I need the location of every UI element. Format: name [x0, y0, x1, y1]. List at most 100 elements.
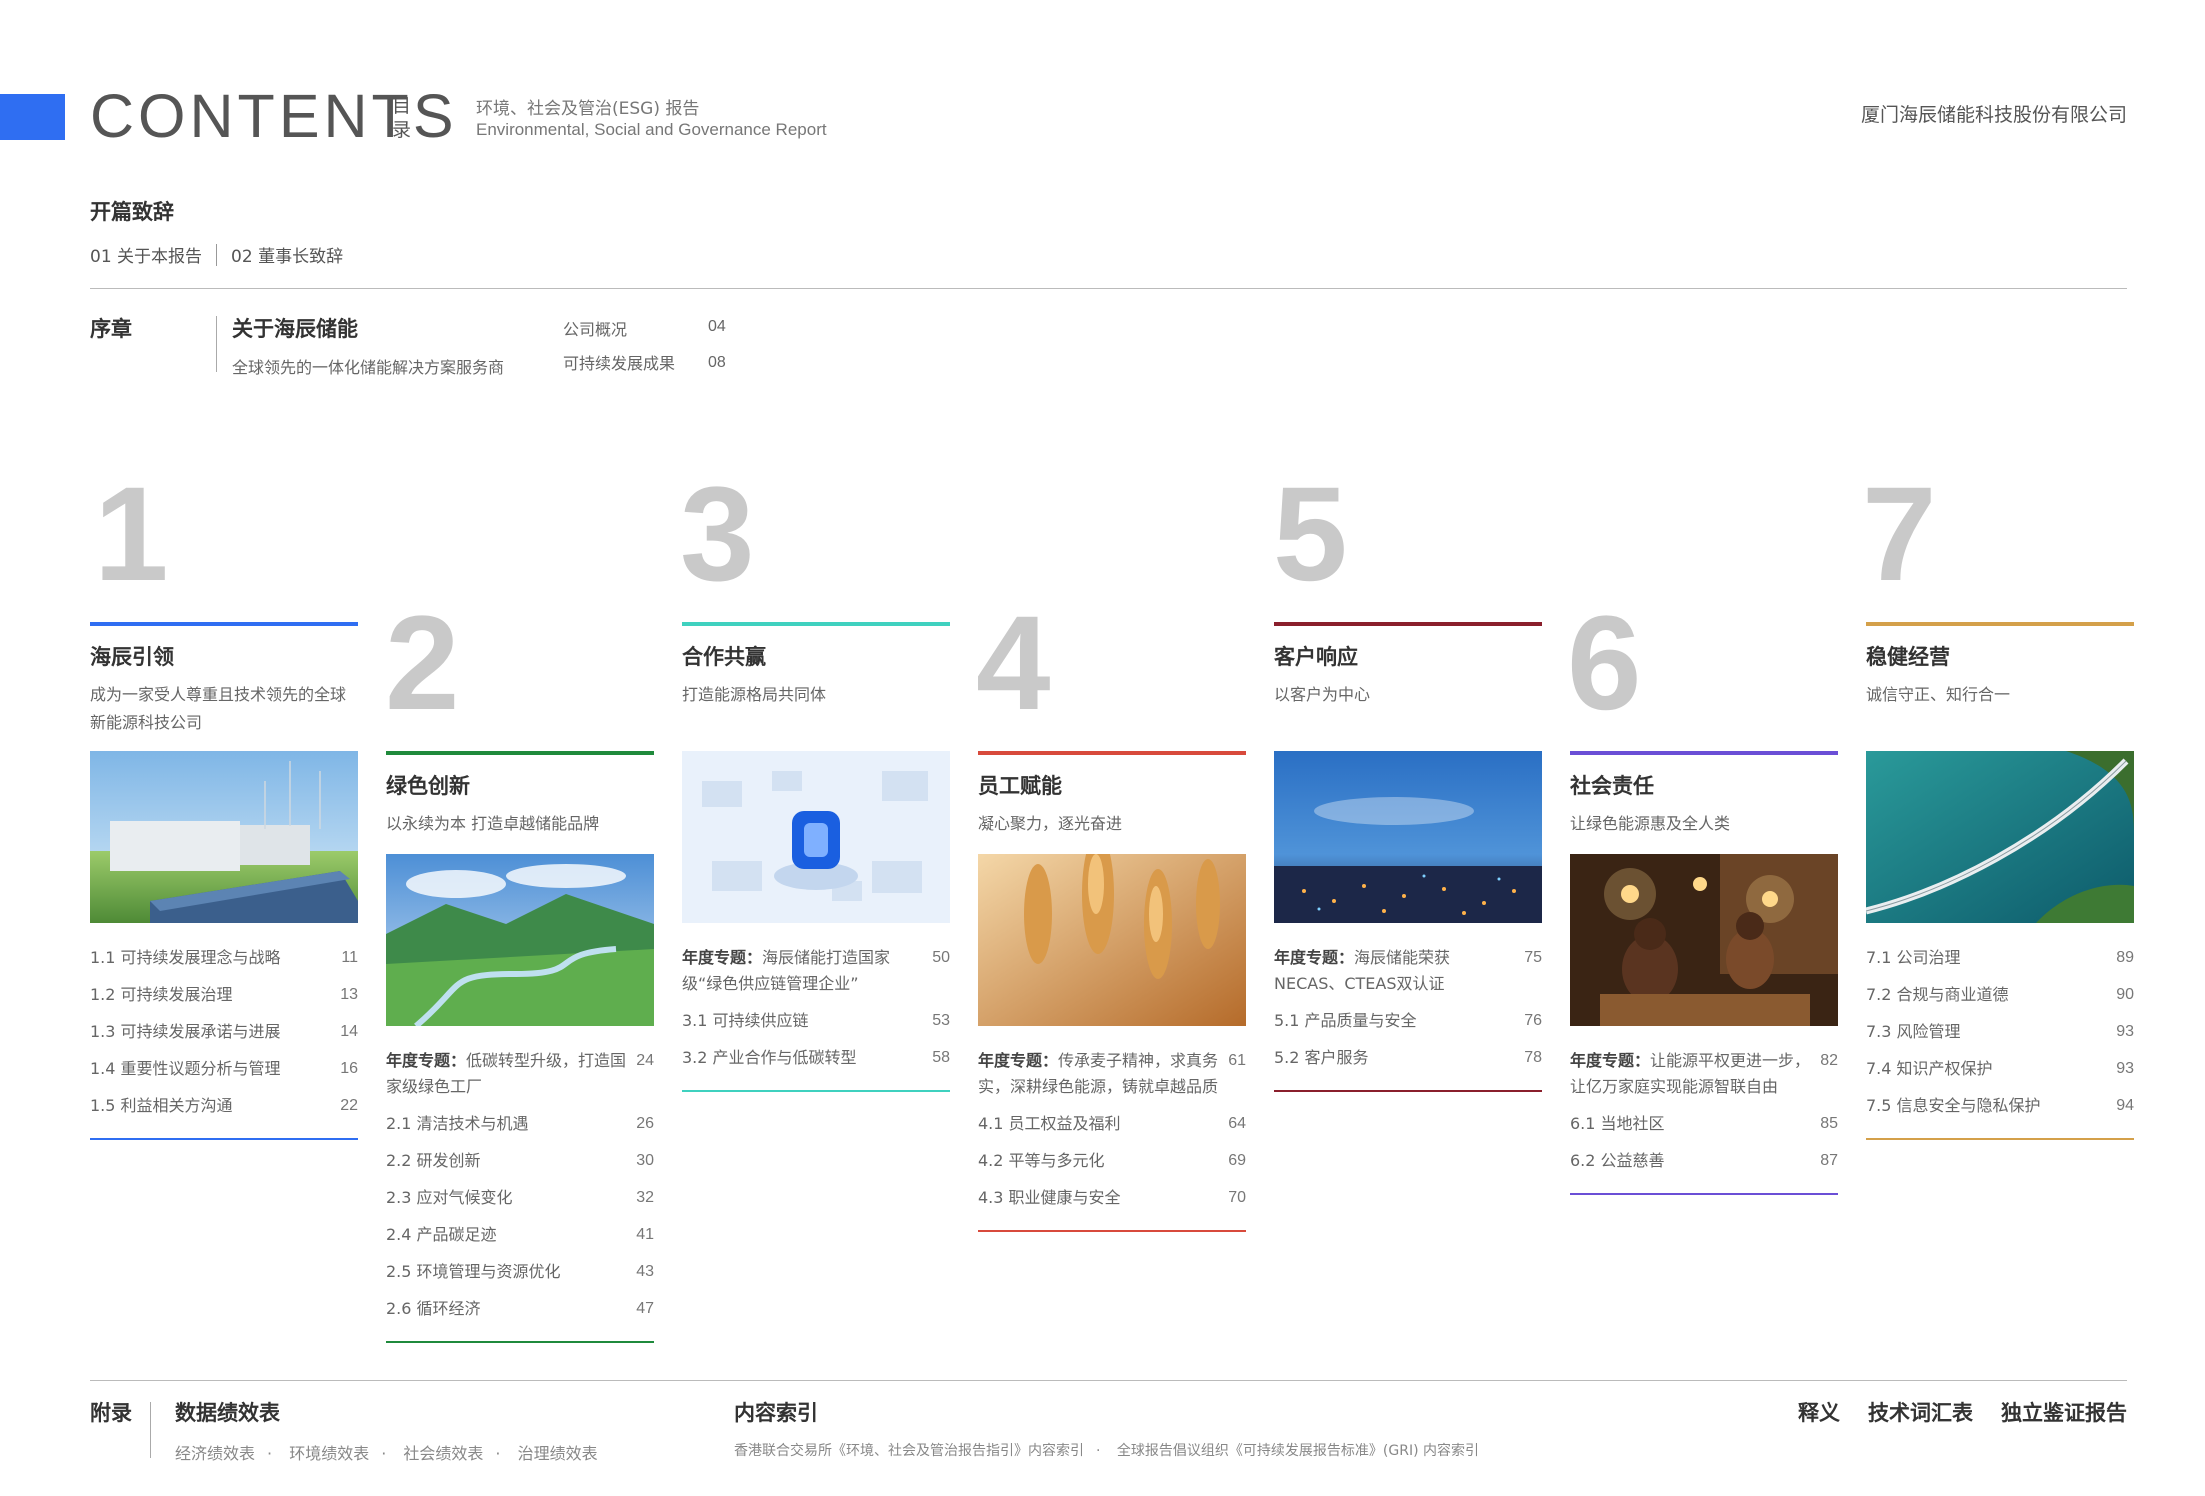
- feature-item[interactable]: 年度专题：低碳转型升级，打造国家级绿色工厂 24: [386, 1042, 654, 1105]
- section-3: 合作共赢 打造能源格局共同体 年度专题：海辰储能打造国家级“绿色供应链管理企业”…: [682, 622, 950, 1092]
- opening-links: 01 关于本报告 02 董事长致辞: [90, 242, 343, 267]
- section-color-bar: [1274, 622, 1542, 626]
- section-number-1: 1: [94, 460, 169, 609]
- link-about-report[interactable]: 01 关于本报告: [90, 242, 202, 267]
- about-title[interactable]: 关于海辰储能: [232, 313, 358, 343]
- bridge-sea-image: [1866, 751, 2134, 923]
- section-title[interactable]: 绿色创新: [386, 771, 654, 801]
- section-title[interactable]: 社会责任: [1570, 771, 1838, 801]
- green-valley-image: [386, 854, 654, 1026]
- section-items: 年度专题：海辰储能打造国家级“绿色供应链管理企业” 50 3.1 可持续供应链 53…: [682, 939, 950, 1076]
- link-chairman-statement[interactable]: 02 董事长致辞: [231, 242, 343, 267]
- company-name: 厦门海辰储能科技股份有限公司: [1860, 104, 2127, 126]
- section-4: 员工赋能 凝心聚力，逐光奋进 年度专题：传承麦子精神，求真务实，深耕绿色能源，铸…: [978, 751, 1246, 1232]
- prologue-item-achievements[interactable]: 可持续发展成果: [563, 350, 675, 374]
- accent-tab: [0, 94, 65, 140]
- content-index-title[interactable]: 内容索引: [734, 1397, 818, 1427]
- toc-item[interactable]: 2.2 研发创新 30: [386, 1142, 654, 1179]
- toc-item[interactable]: 4.1 员工权益及福利 64: [978, 1105, 1246, 1142]
- section-end-line: [978, 1230, 1246, 1232]
- toc-item[interactable]: 2.6 循环经济 47: [386, 1290, 654, 1327]
- toc-item[interactable]: 7.4 知识产权保护 93: [1866, 1050, 2134, 1087]
- link-assurance-report[interactable]: 独立鉴证报告: [2001, 1397, 2127, 1427]
- section-number-4: 4: [976, 589, 1051, 738]
- section-5: 客户响应 以客户为中心 年度专题：海辰储能荣获NECAS、CTEAS双认证 75 …: [1274, 622, 1542, 1092]
- feature-item[interactable]: 年度专题：传承麦子精神，求真务实，深耕绿色能源，铸就卓越品质 61: [978, 1042, 1246, 1105]
- section-end-line: [1866, 1138, 2134, 1140]
- section-subtitle: 成为一家受人尊重且技术领先的全球新能源科技公司: [90, 685, 347, 732]
- data-table-title[interactable]: 数据绩效表: [175, 1397, 280, 1427]
- toc-item[interactable]: 1.1 可持续发展理念与战略 11: [90, 939, 358, 976]
- toc-item[interactable]: 1.5 利益相关方沟通 22: [90, 1087, 358, 1124]
- children-reading-image: [1570, 854, 1838, 1026]
- section-end-line: [1570, 1193, 1838, 1195]
- section-title[interactable]: 海辰引领: [90, 642, 358, 672]
- prologue-title[interactable]: 序章: [90, 313, 132, 343]
- toc-item[interactable]: 7.5 信息安全与隐私保护 94: [1866, 1087, 2134, 1124]
- page-number: 08: [708, 354, 726, 371]
- section-items: 年度专题：传承麦子精神，求真务实，深耕绿色能源，铸就卓越品质 61 4.1 员工权…: [978, 1042, 1246, 1216]
- link-definitions[interactable]: 释义: [1798, 1397, 1840, 1427]
- section-title[interactable]: 合作共赢: [682, 642, 950, 672]
- section-items: 7.1 公司治理 89 7.2 合规与商业道德 90 7.3 风险管理 93 7.4 …: [1866, 939, 2134, 1124]
- feature-item[interactable]: 年度专题：海辰储能荣获NECAS、CTEAS双认证 75: [1274, 939, 1542, 1002]
- about-subtitle: 全球领先的一体化储能解决方案服务商: [232, 358, 505, 377]
- toc-item[interactable]: 2.4 产品碳足迹 41: [386, 1216, 654, 1253]
- section-7: 稳健经营 诚信守正、知行合一 7.1 公司治理 89 7.2 合规与商业道德 90 …: [1866, 622, 2134, 1140]
- toc-item[interactable]: 2.1 清洁技术与机遇 26: [386, 1105, 654, 1142]
- section-items: 1.1 可持续发展理念与战略 11 1.2 可持续发展治理 13 1.3 可持续发展…: [90, 939, 358, 1124]
- section-subtitle: 打造能源格局共同体: [682, 685, 827, 704]
- link-governance[interactable]: 治理绩效表: [518, 1444, 598, 1463]
- toc-item[interactable]: 2.5 环境管理与资源优化 43: [386, 1253, 654, 1290]
- content-index-links: 香港联合交易所《环境、社会及管治报告指引》内容索引 · 全球报告倡议组织《可持续发…: [734, 1443, 1479, 1459]
- toc-item[interactable]: 7.2 合规与商业道德 90: [1866, 976, 2134, 1013]
- solar-panels-image: [90, 751, 358, 923]
- link-social[interactable]: 社会绩效表: [403, 1444, 483, 1463]
- toc-item[interactable]: 6.2 公益慈善 87: [1570, 1142, 1838, 1179]
- section-number-3: 3: [680, 460, 755, 609]
- toc-item[interactable]: 2.3 应对气候变化 32: [386, 1179, 654, 1216]
- section-end-line: [682, 1090, 950, 1092]
- section-end-line: [1274, 1090, 1542, 1092]
- divider: [216, 316, 217, 372]
- toc-item[interactable]: 6.1 当地社区 85: [1570, 1105, 1838, 1142]
- toc-item[interactable]: 3.1 可持续供应链 53: [682, 1002, 950, 1039]
- section-number-2: 2: [385, 589, 460, 738]
- toc-item[interactable]: 4.3 职业健康与安全 70: [978, 1179, 1246, 1216]
- page-number: 04: [708, 318, 726, 335]
- section-subtitle: 诚信守正、知行合一: [1866, 685, 2011, 704]
- link-glossary[interactable]: 技术词汇表: [1868, 1397, 1973, 1427]
- toc-item[interactable]: 7.1 公司治理 89: [1866, 939, 2134, 976]
- toc-item[interactable]: 1.2 可持续发展治理 13: [90, 976, 358, 1013]
- section-title[interactable]: 员工赋能: [978, 771, 1246, 801]
- feature-item[interactable]: 年度专题：让能源平权更进一步，让亿万家庭实现能源智联自由 82: [1570, 1042, 1838, 1105]
- section-color-bar: [90, 622, 358, 626]
- toc-item[interactable]: 5.2 客户服务 78: [1274, 1039, 1542, 1076]
- section-number-6: 6: [1567, 589, 1642, 738]
- link-environmental[interactable]: 环境绩效表: [289, 1444, 369, 1463]
- toc-item[interactable]: 5.1 产品质量与安全 76: [1274, 1002, 1542, 1039]
- section-end-line: [90, 1138, 358, 1140]
- link-hkex-index[interactable]: 香港联合交易所《环境、社会及管治报告指引》内容索引: [734, 1443, 1084, 1459]
- section-items: 年度专题：海辰储能荣获NECAS、CTEAS双认证 75 5.1 产品质量与安全 7…: [1274, 939, 1542, 1076]
- report-title-zh: 环境、社会及管治(ESG) 报告: [476, 99, 700, 119]
- section-title[interactable]: 稳健经营: [1866, 642, 2134, 672]
- toc-item[interactable]: 1.3 可持续发展承诺与进展 14: [90, 1013, 358, 1050]
- feature-item[interactable]: 年度专题：海辰储能打造国家级“绿色供应链管理企业” 50: [682, 939, 950, 1002]
- section-subtitle: 以客户为中心: [1274, 685, 1371, 704]
- section-subtitle: 让绿色能源惠及全人类: [1570, 814, 1731, 833]
- divider: [90, 1380, 2127, 1381]
- toc-item[interactable]: 1.4 重要性议题分析与管理 16: [90, 1050, 358, 1087]
- section-color-bar: [1570, 751, 1838, 755]
- toc-item[interactable]: 4.2 平等与多元化 69: [978, 1142, 1246, 1179]
- opening-title[interactable]: 开篇致辞: [90, 196, 174, 226]
- link-gri-index[interactable]: 全球报告倡议组织《可持续发展报告标准》(GRI) 内容索引: [1117, 1443, 1479, 1459]
- section-1: 海辰引领 成为一家受人尊重且技术领先的全球新能源科技公司 1.1 可持续发展理念…: [90, 622, 358, 1140]
- toc-item[interactable]: 3.2 产业合作与低碳转型 58: [682, 1039, 950, 1076]
- report-title-en: Environmental, Social and Governance Rep…: [476, 120, 827, 139]
- prologue-item-overview[interactable]: 公司概况: [563, 316, 627, 340]
- section-items: 年度专题：低碳转型升级，打造国家级绿色工厂 24 2.1 清洁技术与机遇 26 2.…: [386, 1042, 654, 1327]
- section-title[interactable]: 客户响应: [1274, 642, 1542, 672]
- link-economic[interactable]: 经济绩效表: [175, 1444, 255, 1463]
- toc-item[interactable]: 7.3 风险管理 93: [1866, 1013, 2134, 1050]
